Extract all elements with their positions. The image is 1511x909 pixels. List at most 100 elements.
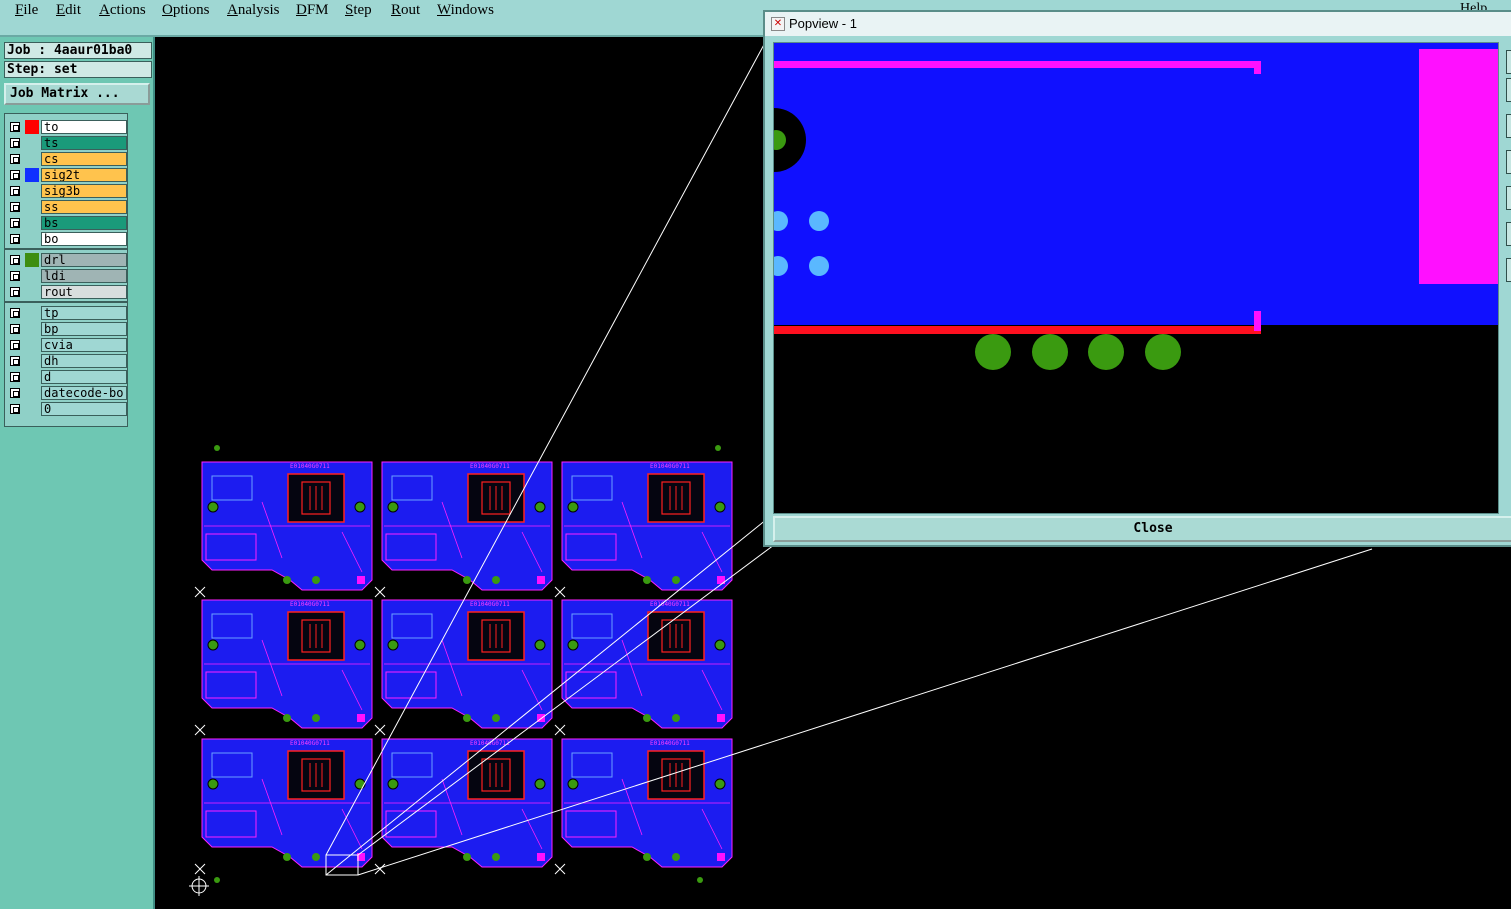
layer-row[interactable]: dh xyxy=(7,354,127,368)
layer-row[interactable]: tp xyxy=(7,306,127,320)
layer-checkbox[interactable] xyxy=(10,340,20,350)
pink-trace-end xyxy=(1254,61,1261,74)
layer-name[interactable]: drl xyxy=(41,253,127,267)
job-label: Job : 4aaur01ba0 xyxy=(4,42,152,59)
layer-row[interactable]: ts xyxy=(7,136,127,150)
layer-row[interactable]: to xyxy=(7,120,127,134)
layer-row[interactable]: datecode-bo xyxy=(7,386,127,400)
layer-checkbox[interactable] xyxy=(10,218,20,228)
popview-window: ✕ Popview - 1 Close xyxy=(763,10,1511,547)
red-trace xyxy=(774,326,1261,334)
menu-actions[interactable]: Actions xyxy=(99,2,146,19)
svg-text:E01040G0711: E01040G0711 xyxy=(650,463,690,470)
popview-titlebar[interactable]: ✕ Popview - 1 xyxy=(765,12,1511,36)
layer-row[interactable]: sig2t xyxy=(7,168,127,182)
layer-name[interactable]: tp xyxy=(41,306,127,320)
layer-name[interactable]: cvia xyxy=(41,338,127,352)
layer-name[interactable]: to xyxy=(41,120,127,134)
pcb-board: E01040G0711 xyxy=(554,461,733,598)
window-close-icon[interactable]: ✕ xyxy=(771,17,785,31)
job-matrix-button[interactable]: Job Matrix ... xyxy=(4,83,150,105)
layer-name[interactable]: d xyxy=(41,370,127,384)
layer-checkbox[interactable] xyxy=(10,122,20,132)
layer-row[interactable]: cvia xyxy=(7,338,127,352)
pan-left-icon[interactable] xyxy=(1506,150,1511,174)
layer-group-divider xyxy=(5,301,127,303)
pcb-board: E01040G0711 xyxy=(374,461,553,598)
menu-analysis[interactable]: Analysis xyxy=(227,2,280,19)
layer-checkbox[interactable] xyxy=(10,404,20,414)
layer-checkbox[interactable] xyxy=(10,186,20,196)
layer-row[interactable]: ss xyxy=(7,200,127,214)
menu-edit[interactable]: Edit xyxy=(56,2,81,19)
menu-step[interactable]: Step xyxy=(345,2,372,19)
drill-hit xyxy=(1032,334,1068,370)
close-button[interactable]: Close xyxy=(773,516,1511,542)
layer-name[interactable]: ss xyxy=(41,200,127,214)
menu-rout[interactable]: Rout xyxy=(391,2,420,19)
layer-row[interactable]: bp xyxy=(7,322,127,336)
zoom-home-icon[interactable] xyxy=(1506,114,1511,138)
layer-checkbox[interactable] xyxy=(10,170,20,180)
menu-file[interactable]: File xyxy=(15,2,38,19)
layer-name[interactable]: sig2t xyxy=(41,168,127,182)
layer-checkbox[interactable] xyxy=(10,372,20,382)
pcb-board: E01040G0711 xyxy=(194,461,373,598)
pink-trace-end xyxy=(1254,311,1261,331)
layer-row[interactable]: sig3b xyxy=(7,184,127,198)
pcb-board: E01040G0711 xyxy=(374,738,553,875)
layer-name[interactable]: bp xyxy=(41,322,127,336)
menu-windows[interactable]: Windows xyxy=(437,2,494,19)
copper-plane xyxy=(774,43,1498,325)
pcb-board: E01040G0711 xyxy=(194,738,373,875)
layer-name[interactable]: ts xyxy=(41,136,127,150)
layer-name[interactable]: sig3b xyxy=(41,184,127,198)
layer-checkbox[interactable] xyxy=(10,255,20,265)
pan-down-icon[interactable] xyxy=(1506,258,1511,282)
layer-name[interactable]: dh xyxy=(41,354,127,368)
layer-checkbox[interactable] xyxy=(10,356,20,366)
layer-row[interactable]: 0 xyxy=(7,402,127,416)
layer-row[interactable]: bs xyxy=(7,216,127,230)
layer-checkbox[interactable] xyxy=(10,308,20,318)
svg-text:E01040G0711: E01040G0711 xyxy=(650,601,690,608)
layer-row[interactable]: bo xyxy=(7,232,127,246)
svg-text:E01040G0711: E01040G0711 xyxy=(470,601,510,608)
layer-row[interactable]: rout xyxy=(7,285,127,299)
layer-name[interactable]: bs xyxy=(41,216,127,230)
popview-toolbar xyxy=(1504,48,1511,288)
layer-checkbox[interactable] xyxy=(10,202,20,212)
pan-up-icon[interactable] xyxy=(1506,222,1511,246)
zoom-out-icon[interactable] xyxy=(1506,78,1511,102)
layer-name[interactable]: cs xyxy=(41,152,127,166)
layer-row[interactable]: drl xyxy=(7,253,127,267)
layer-name[interactable]: ldi xyxy=(41,269,127,283)
layer-checkbox[interactable] xyxy=(10,324,20,334)
drill-hit xyxy=(1145,334,1181,370)
pcb-board: E01040G0711 xyxy=(554,738,733,875)
layer-checkbox[interactable] xyxy=(10,234,20,244)
layer-checkbox[interactable] xyxy=(10,388,20,398)
layer-checkbox[interactable] xyxy=(10,287,20,297)
fiducial xyxy=(214,445,220,451)
layer-name[interactable]: datecode-bo xyxy=(41,386,127,400)
layer-row[interactable]: ldi xyxy=(7,269,127,283)
layer-checkbox[interactable] xyxy=(10,271,20,281)
layer-row[interactable]: cs xyxy=(7,152,127,166)
svg-text:E01040G0711: E01040G0711 xyxy=(290,740,330,747)
pan-right-icon[interactable] xyxy=(1506,186,1511,210)
layer-name[interactable]: 0 xyxy=(41,402,127,416)
fiducial xyxy=(697,877,703,883)
menu-dfm[interactable]: DFM xyxy=(296,2,329,19)
layer-name[interactable]: rout xyxy=(41,285,127,299)
layer-checkbox[interactable] xyxy=(10,154,20,164)
layer-row[interactable]: d xyxy=(7,370,127,384)
zoom-in-icon[interactable] xyxy=(1506,50,1511,74)
popview-canvas[interactable] xyxy=(773,42,1499,514)
via xyxy=(809,256,829,276)
layer-name[interactable]: bo xyxy=(41,232,127,246)
drill-hit xyxy=(1088,334,1124,370)
layer-checkbox[interactable] xyxy=(10,138,20,148)
via xyxy=(809,211,829,231)
menu-options[interactable]: Options xyxy=(162,2,210,19)
